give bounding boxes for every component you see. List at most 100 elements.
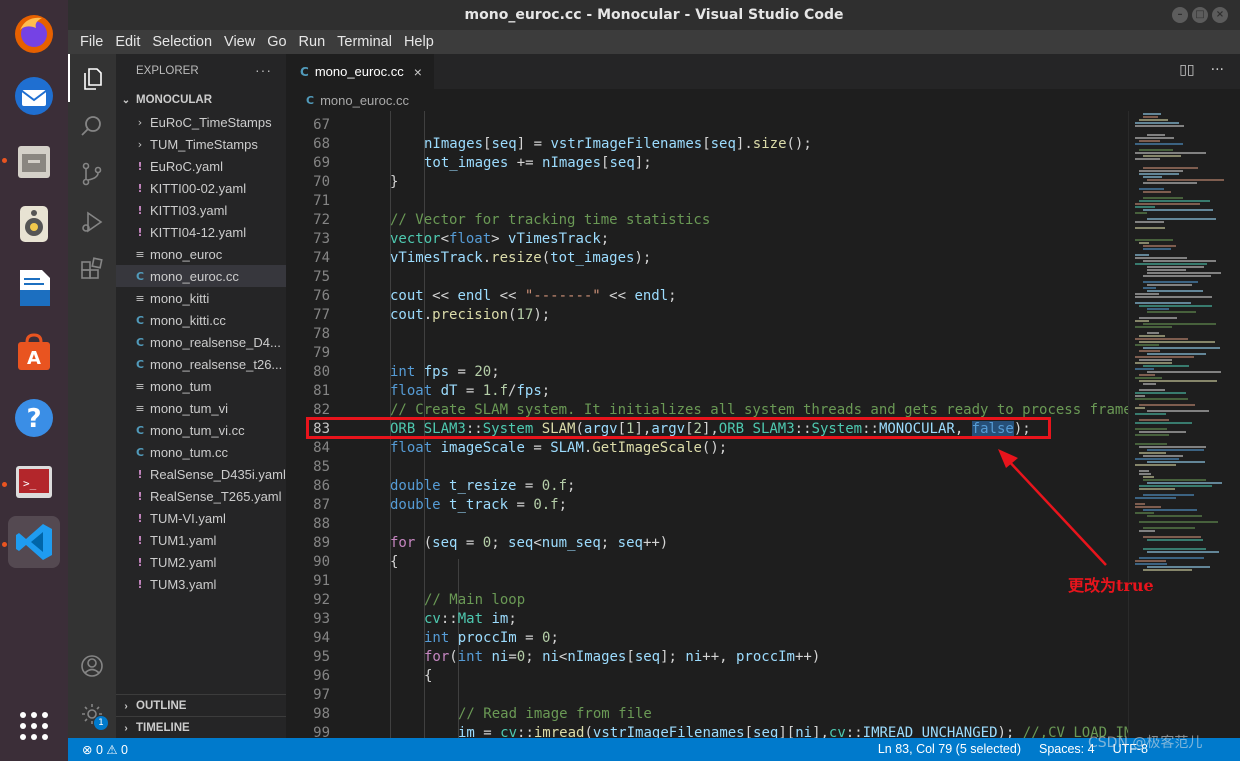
code-line[interactable]: 91 [286, 572, 1128, 591]
line-number: 98 [313, 706, 330, 722]
explorer-icon[interactable] [68, 54, 116, 102]
code-line[interactable]: 98 // Read image from file [286, 705, 1128, 724]
encoding-status[interactable]: UTF-8 [1113, 742, 1148, 756]
file-item[interactable]: ≡ mono_tum_vi [116, 397, 286, 419]
code-line[interactable]: 86 double t_resize = 0.f; [286, 477, 1128, 496]
split-editor-icon[interactable]: ▯▯ [1179, 62, 1194, 78]
tab-mono-euroc[interactable]: C mono_euroc.cc × [286, 54, 434, 89]
code-line[interactable]: 75 [286, 268, 1128, 287]
code-line[interactable]: 73 vector<float> vTimesTrack; [286, 230, 1128, 249]
help-icon[interactable]: ? [8, 392, 60, 444]
code-line[interactable]: 68 nImages[seq] = vstrImageFilenames[seq]… [286, 135, 1128, 154]
code-line[interactable]: 74 vTimesTrack.resize(tot_images); [286, 249, 1128, 268]
file-item[interactable]: › TUM_TimeStamps [116, 133, 286, 155]
outline-section[interactable]: › OUTLINE [116, 694, 286, 717]
code-editor[interactable]: 67 68 nImages[seq] = vstrImageFilenames[se… [286, 111, 1128, 738]
code-line[interactable]: 85 [286, 458, 1128, 477]
file-item[interactable]: ! KITTI00-02.yaml [116, 177, 286, 199]
indentation-status[interactable]: Spaces: 4 [1039, 742, 1095, 756]
file-item[interactable]: ! KITTI03.yaml [116, 199, 286, 221]
timeline-section[interactable]: › TIMELINE [116, 716, 286, 739]
code-line[interactable]: 83 ORB_SLAM3::System SLAM(argv[1],argv[2]… [286, 420, 1128, 439]
code-line[interactable]: 81 float dT = 1.f/fps; [286, 382, 1128, 401]
code-line[interactable]: 96 { [286, 667, 1128, 686]
more-actions-icon[interactable]: ··· [255, 62, 272, 78]
cursor-position-status[interactable]: Ln 83, Col 79 (5 selected) [878, 742, 1021, 756]
problems-status[interactable]: ⊗ 0 ⚠ 0 [82, 742, 128, 757]
code-line[interactable]: 99 im = cv::imread(vstrImageFilenames[seq… [286, 724, 1128, 738]
menu-edit[interactable]: Edit [109, 34, 146, 50]
maximize-button[interactable]: □ [1192, 7, 1208, 23]
file-item[interactable]: Cmono_realsense_D4... [116, 331, 286, 353]
file-item[interactable]: Cmono_tum.cc [116, 441, 286, 463]
code-line[interactable]: 92 // Main loop [286, 591, 1128, 610]
code-line[interactable]: 90 { [286, 553, 1128, 572]
menu-help[interactable]: Help [398, 34, 440, 50]
code-line[interactable]: 72 // Vector for tracking time statistics [286, 211, 1128, 230]
file-item[interactable]: Cmono_realsense_t26... [116, 353, 286, 375]
code-line[interactable]: 71 [286, 192, 1128, 211]
code-line[interactable]: 80 int fps = 20; [286, 363, 1128, 382]
extensions-icon[interactable] [68, 246, 116, 294]
file-item[interactable]: ≡ mono_kitti [116, 287, 286, 309]
manage-gear-icon[interactable]: 1 [68, 690, 116, 738]
file-item[interactable]: ! RealSense_D435i.yaml [116, 463, 286, 485]
code-line[interactable]: 76 cout << endl << "-------" << endl; [286, 287, 1128, 306]
run-debug-icon[interactable] [68, 198, 116, 246]
code-line[interactable]: 93 cv::Mat im; [286, 610, 1128, 629]
close-window-button[interactable]: × [1212, 7, 1228, 23]
code-line[interactable]: 79 [286, 344, 1128, 363]
minimap[interactable] [1128, 111, 1240, 738]
code-line[interactable]: 82 // Create SLAM system. It initializes … [286, 401, 1128, 420]
menu-file[interactable]: File [74, 34, 109, 50]
code-line[interactable]: 78 [286, 325, 1128, 344]
menu-terminal[interactable]: Terminal [331, 34, 398, 50]
minimize-button[interactable]: – [1172, 7, 1188, 23]
file-item[interactable]: ≡ mono_tum [116, 375, 286, 397]
folder-section-monocular[interactable]: ⌄ MONOCULAR [116, 89, 286, 111]
menu-go[interactable]: Go [261, 34, 292, 50]
breadcrumb-file[interactable]: mono_euroc.cc [320, 93, 409, 108]
vscode-icon[interactable] [8, 516, 60, 568]
source-control-icon[interactable] [68, 150, 116, 198]
software-center-icon[interactable]: A [8, 326, 60, 378]
code-line[interactable]: 67 [286, 116, 1128, 135]
code-line[interactable]: 95 for(int ni=0; ni<nImages[seq]; ni++, p… [286, 648, 1128, 667]
file-item[interactable]: ≡ mono_euroc [116, 243, 286, 265]
file-item[interactable]: Cmono_kitti.cc [116, 309, 286, 331]
file-item[interactable]: ! RealSense_T265.yaml [116, 485, 286, 507]
show-applications-icon[interactable] [8, 700, 60, 752]
code-line[interactable]: 89 for (seq = 0; seq<num_seq; seq++) [286, 534, 1128, 553]
file-item[interactable]: ! EuRoC.yaml [116, 155, 286, 177]
code-line[interactable]: 70} [286, 173, 1128, 192]
code-line[interactable]: 77 cout.precision(17); [286, 306, 1128, 325]
menu-selection[interactable]: Selection [146, 34, 218, 50]
file-item[interactable]: ! TUM-VI.yaml [116, 507, 286, 529]
menu-run[interactable]: Run [293, 34, 332, 50]
code-text: int proccIm = 0; [424, 629, 559, 648]
search-icon[interactable] [68, 102, 116, 150]
close-tab-icon[interactable]: × [414, 64, 422, 80]
file-item[interactable]: › EuRoC_TimeStamps [116, 111, 286, 133]
code-line[interactable]: 97 [286, 686, 1128, 705]
menu-view[interactable]: View [218, 34, 261, 50]
writer-icon[interactable] [8, 262, 60, 314]
file-item[interactable]: ! TUM1.yaml [116, 529, 286, 551]
code-line[interactable]: 88 [286, 515, 1128, 534]
terminal-icon[interactable]: >_ [8, 456, 60, 508]
file-item[interactable]: Cmono_tum_vi.cc [116, 419, 286, 441]
code-line[interactable]: 84 float imageScale = SLAM.GetImageScale(… [286, 439, 1128, 458]
accounts-icon[interactable] [68, 642, 116, 690]
thunderbird-icon[interactable] [8, 70, 60, 122]
files-icon[interactable] [8, 136, 60, 188]
code-line[interactable]: 69 tot_images += nImages[seq]; [286, 154, 1128, 173]
file-item[interactable]: Cmono_euroc.cc [116, 265, 286, 287]
file-item[interactable]: ! KITTI04-12.yaml [116, 221, 286, 243]
file-item[interactable]: ! TUM3.yaml [116, 573, 286, 595]
more-actions-icon[interactable]: ··· [1211, 62, 1224, 78]
firefox-icon[interactable] [8, 8, 60, 60]
code-line[interactable]: 94 int proccIm = 0; [286, 629, 1128, 648]
rhythmbox-icon[interactable] [8, 198, 60, 250]
file-item[interactable]: ! TUM2.yaml [116, 551, 286, 573]
code-line[interactable]: 87 double t_track = 0.f; [286, 496, 1128, 515]
